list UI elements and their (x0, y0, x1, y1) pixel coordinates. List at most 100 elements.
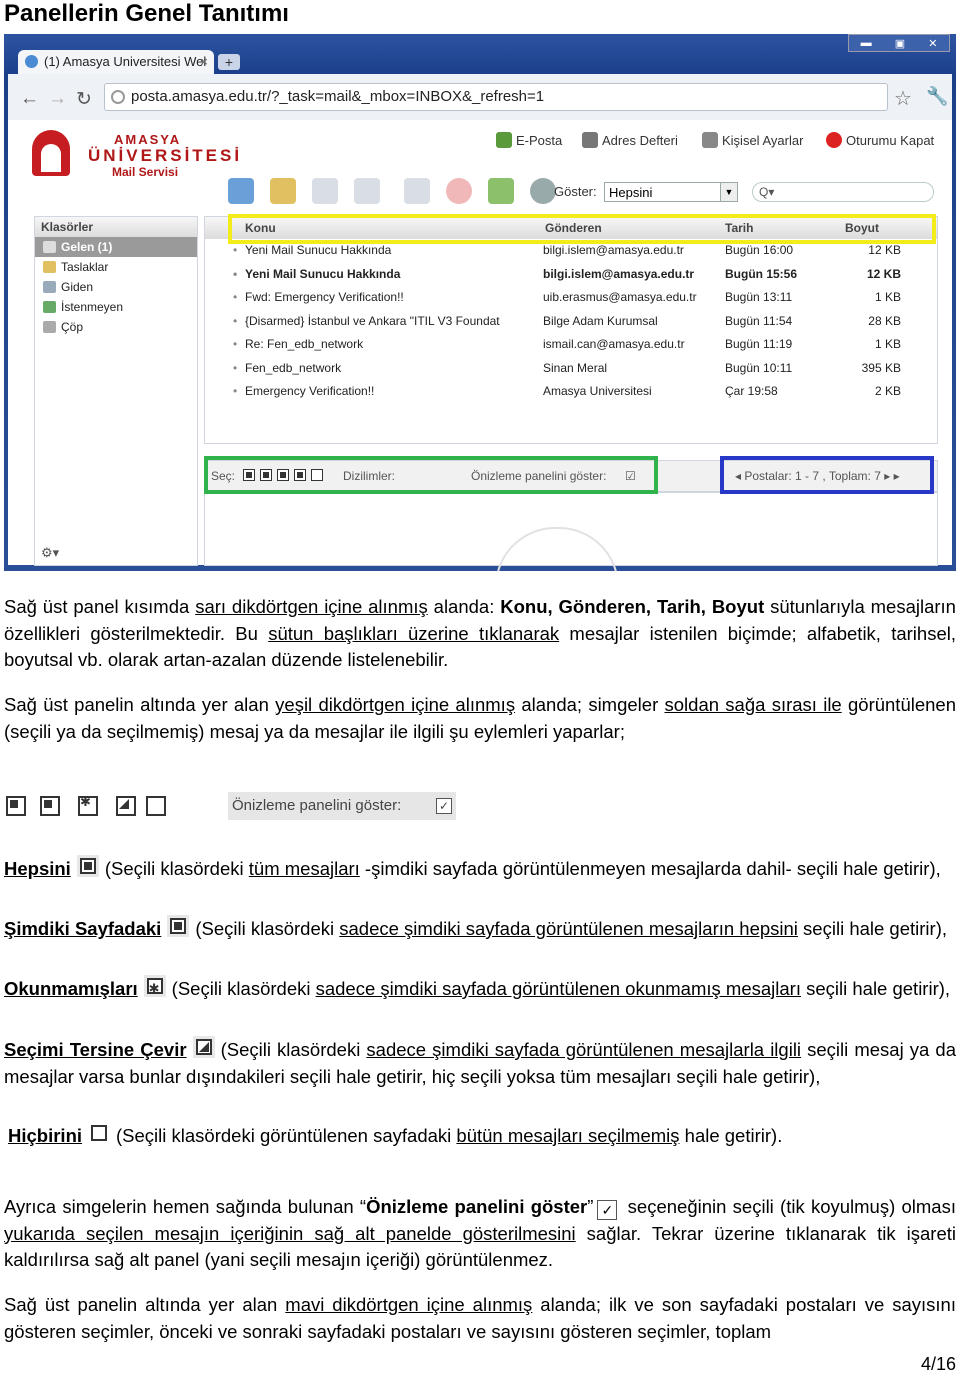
logout-icon (826, 132, 842, 148)
back-icon[interactable]: ← (20, 88, 39, 110)
drafts-icon (43, 261, 56, 273)
reply-icon[interactable] (312, 178, 338, 204)
folder-inbox[interactable]: Gelen (1) (35, 237, 197, 257)
webmail-screenshot: (1) Amasya Universitesi Wel × + ▬ ▣ ✕ ← … (4, 34, 956, 571)
forward-mail-icon[interactable] (404, 178, 430, 204)
paragraph-1: Sağ üst panel kısımda sarı dikdörtgen iç… (4, 596, 956, 670)
wrench-icon[interactable]: 🔧 (926, 86, 948, 107)
webmail-page: AMASYA ÜNİVERSİTESİ Mail Servisi E-Posta… (8, 120, 952, 571)
message-subject: Fwd: Emergency Verification!! (245, 290, 404, 304)
unread-dot-icon: • (233, 360, 238, 375)
menu-logout[interactable]: Oturumu Kapat (826, 132, 934, 148)
message-from: bilgi.islem@amasya.edu.tr (543, 266, 695, 281)
loading-arc (495, 527, 619, 571)
tab-close-icon[interactable]: × (200, 50, 208, 74)
yellow-highlight-box (228, 214, 936, 244)
message-subject: Re: Fen_edb_network (245, 337, 364, 351)
show-filter-value: Hepsini (609, 185, 653, 200)
message-subject: {Disarmed} İstanbul ve Ankara "ITIL V3 F… (245, 313, 500, 328)
university-logo-icon (32, 130, 70, 176)
trash-icon (43, 321, 56, 333)
message-from: Bilge Adam Kurumsal (543, 313, 658, 328)
check-mail-icon[interactable] (228, 178, 254, 204)
delete-icon[interactable] (446, 178, 472, 204)
reload-icon[interactable]: ↻ (76, 88, 92, 111)
new-tab-button[interactable]: + (218, 54, 240, 70)
unread-dot-icon: • (233, 384, 238, 398)
minimize-icon[interactable]: ▬ (861, 37, 872, 49)
tab-title: (1) Amasya Universitesi Wel (44, 54, 207, 69)
bookmark-star-icon[interactable]: ☆ (894, 86, 912, 111)
checkmark-icon: ✓ (436, 798, 452, 814)
select-all-icon (79, 858, 96, 874)
invert-selection-icon (116, 796, 136, 816)
favicon-icon (25, 55, 38, 68)
menu-settings[interactable]: Kişisel Ayarlar (702, 132, 803, 148)
folder-sent[interactable]: Giden (35, 277, 197, 297)
close-icon[interactable]: ✕ (928, 37, 937, 50)
folder-spam[interactable]: İstenmeyen (35, 297, 197, 317)
preview-scrollbar[interactable] (923, 493, 935, 565)
gear-icon[interactable] (530, 178, 556, 204)
folder-drafts[interactable]: Taslaklar (35, 257, 197, 277)
table-row[interactable]: • {Disarmed} İstanbul ve Ankara "ITIL V3 … (205, 310, 937, 334)
email-icon (496, 132, 512, 148)
chevron-down-icon: ▼ (720, 183, 737, 201)
invert-selection-icon (195, 1039, 212, 1055)
unread-dot-icon: • (233, 243, 238, 257)
paragraph-3: Ayrıca simgelerin hemen sağında bulunan … (4, 1196, 956, 1270)
select-none-icon (146, 796, 166, 816)
message-size: 2 KB (874, 384, 901, 398)
select-all-icon (6, 796, 26, 816)
address-bar[interactable]: posta.amasya.edu.tr/?_task=mail&_mbox=IN… (104, 83, 888, 111)
select-unread-icon (146, 976, 163, 1003)
forward-icon[interactable]: → (48, 88, 67, 110)
browser-tab[interactable]: (1) Amasya Universitesi Wel × (18, 50, 214, 74)
maximize-icon[interactable]: ▣ (895, 37, 905, 50)
reply-all-icon[interactable] (354, 178, 380, 204)
select-page-icon (40, 796, 60, 816)
preview-toggle-sample: Önizleme panelini göster: ✓ (228, 792, 456, 820)
folder-panel-title: Klasörler (35, 217, 197, 237)
settings-icon (702, 132, 718, 148)
preview-pane (204, 492, 938, 571)
paragraph-2: Sağ üst panelin altında yer alan yeşil d… (4, 694, 957, 742)
compose-icon[interactable] (270, 178, 296, 204)
message-size: 1 KB (874, 337, 901, 351)
message-subject: Fen_edb_network (245, 360, 342, 375)
select-page-icon (170, 918, 187, 934)
menu-email[interactable]: E-Posta (496, 132, 562, 148)
window-controls: ▬ ▣ ✕ (848, 34, 950, 52)
item-simdiki-sayfadaki: Şimdiki Sayfadaki (Seçili klasördeki sade… (4, 915, 956, 943)
message-from: Sinan Meral (543, 360, 608, 375)
table-row[interactable]: • Emergency Verification!! Amasya Universi… (205, 380, 937, 404)
unread-dot-icon: • (233, 313, 238, 328)
logo-line1: AMASYA (114, 132, 182, 147)
message-list: Konu Gönderen Tarih Boyut • Yeni Mail Sun… (204, 216, 938, 444)
message-from: Amasya Universitesi (543, 384, 652, 398)
search-input[interactable]: Q▾ (752, 182, 934, 202)
message-size: 12 KB (868, 243, 901, 257)
browser-toolbar: ← → ↻ posta.amasya.edu.tr/?_task=mail&_m… (8, 74, 952, 120)
address-book-icon (582, 132, 598, 148)
message-rows: • Yeni Mail Sunucu Hakkında bilgi.islem@am… (205, 239, 937, 404)
table-row[interactable]: • Fwd: Emergency Verification!! uib.erasmu… (205, 286, 937, 310)
message-from: uib.erasmus@amasya.edu.tr (543, 290, 697, 304)
blue-highlight-box (720, 456, 934, 494)
table-row[interactable]: • Fen_edb_network Sinan Meral Bugün 10:11 39… (205, 357, 937, 381)
show-filter-select[interactable]: Hepsini ▼ (604, 182, 738, 202)
select-unread-icon (78, 794, 98, 816)
mark-icon[interactable] (488, 178, 514, 204)
menu-address-book[interactable]: Adres Defteri (582, 132, 678, 148)
folder-options-gear-icon[interactable]: ⚙▾ (41, 545, 59, 561)
item-hepsini: Hepsini (Seçili klasördeki tüm mesajları … (4, 855, 956, 883)
message-size: 28 KB (868, 313, 901, 328)
unread-dot-icon: • (233, 290, 238, 304)
item-okunmamislari: Okunmamışları(Seçili klasördeki sadece ş… (4, 975, 956, 1003)
message-from: bilgi.islem@amasya.edu.tr (543, 243, 684, 257)
message-size: 1 KB (874, 290, 901, 304)
folder-trash[interactable]: Çöp (35, 317, 197, 337)
message-from: ismail.can@amasya.edu.tr (543, 337, 685, 351)
table-row[interactable]: • Re: Fen_edb_network ismail.can@amasya.ed… (205, 333, 937, 357)
table-row[interactable]: • Yeni Mail Sunucu Hakkında bilgi.islem@am… (205, 263, 937, 287)
